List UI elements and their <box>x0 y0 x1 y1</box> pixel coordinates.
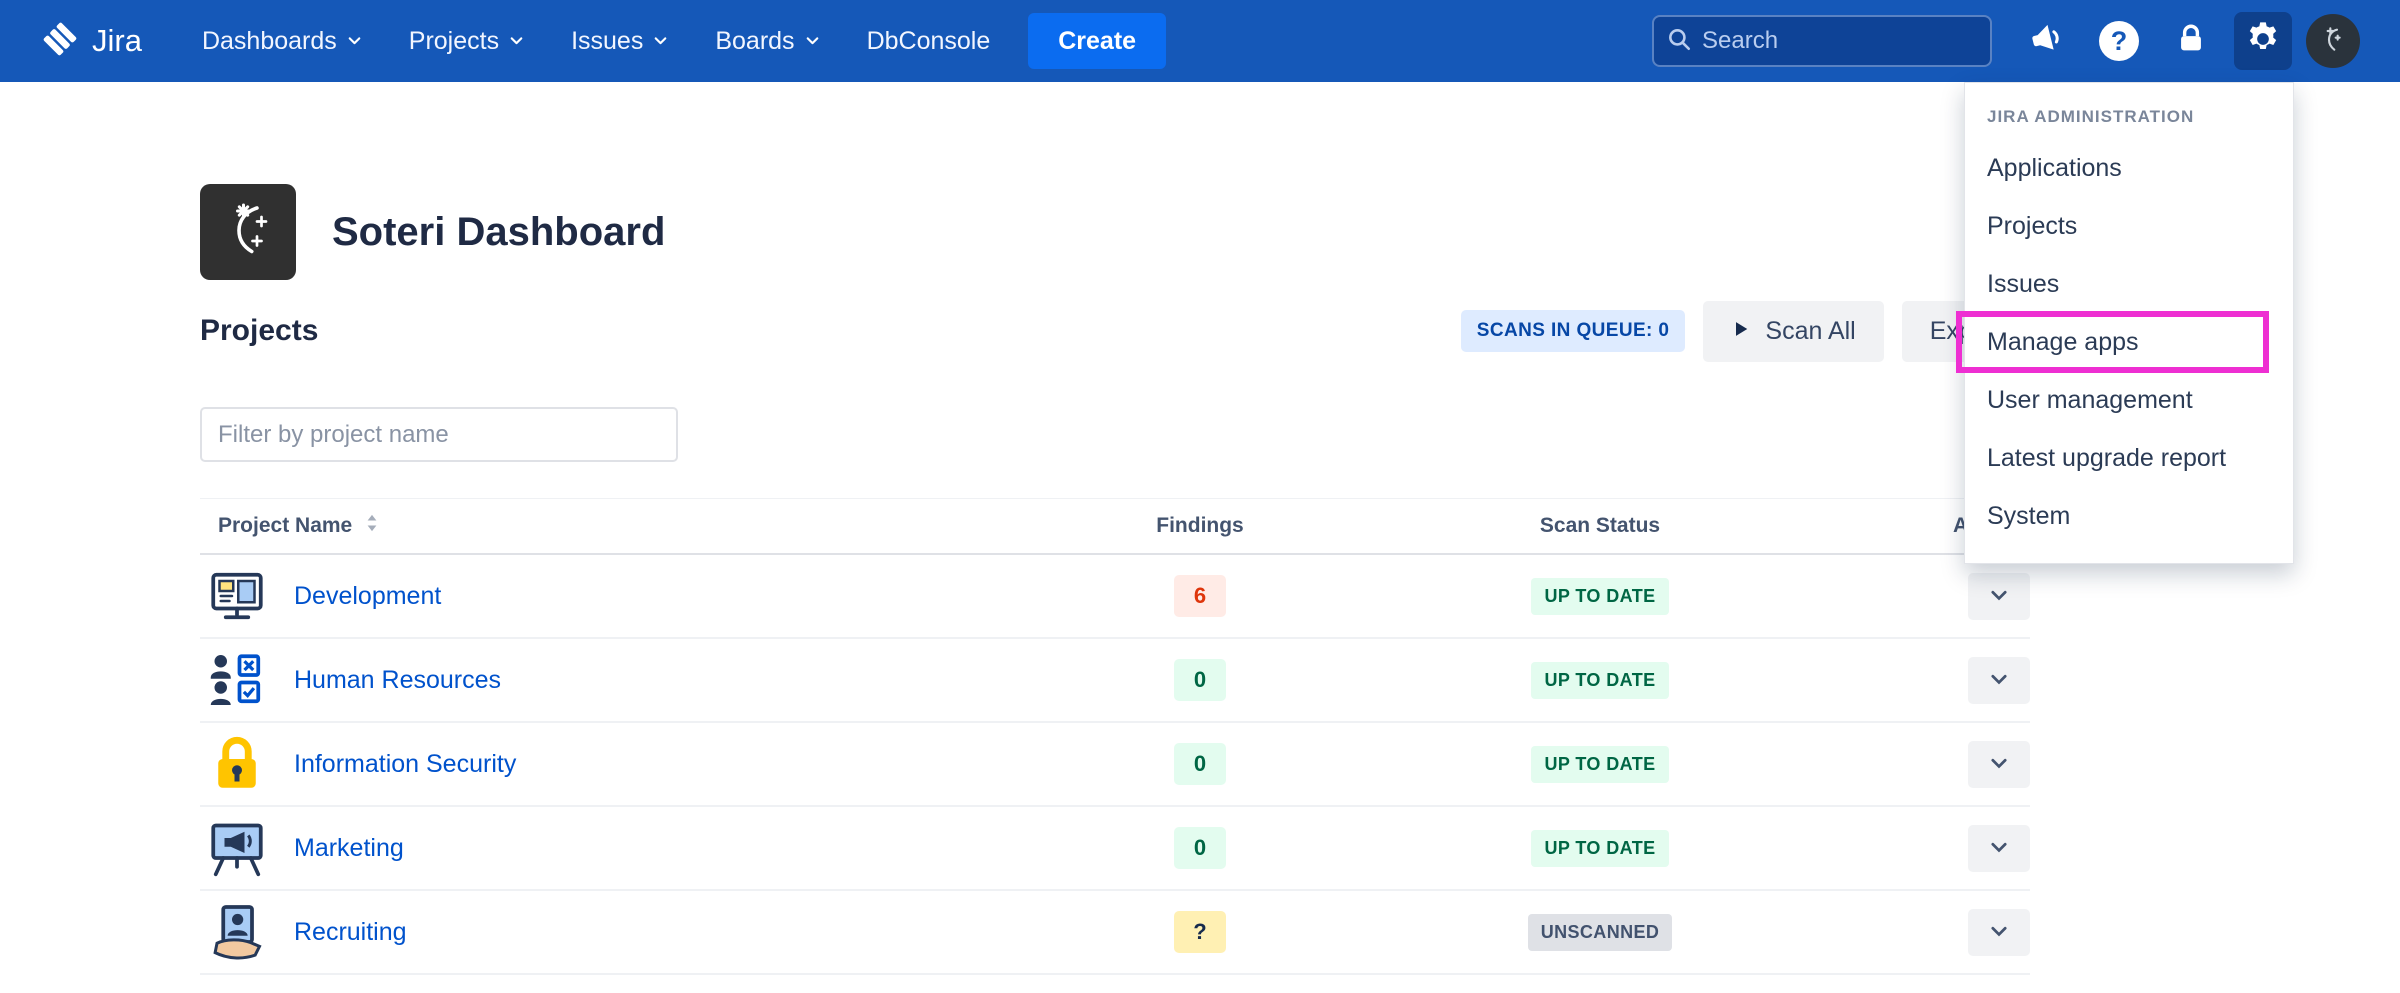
search-icon <box>1666 26 1692 57</box>
chevron-down-icon <box>1988 668 2010 693</box>
announcements-button[interactable] <box>2018 12 2076 70</box>
row-actions-dropdown-button[interactable] <box>1968 657 2030 704</box>
project-link-human-resources[interactable]: Human Resources <box>294 666 501 695</box>
user-avatar[interactable] <box>2306 14 2360 68</box>
lock-icon <box>2174 22 2208 61</box>
table-row-information-security: Information Security 0 UP TO DATE <box>200 723 2030 807</box>
projects-toolbar: Projects SCANS IN QUEUE: 0 Scan All Expo… <box>200 300 2030 362</box>
project-link-recruiting[interactable]: Recruiting <box>294 918 407 947</box>
search-input[interactable] <box>1702 27 1978 55</box>
table-row-recruiting: Recruiting ? UNSCANNED <box>200 891 2030 975</box>
column-header-scan-status: Scan Status <box>1400 514 1800 538</box>
nav-icon-group: ? <box>2018 12 2360 70</box>
marketing-megaphone-icon <box>206 818 268 878</box>
chevron-down-icon <box>1988 920 2010 945</box>
nav-projects-label: Projects <box>409 27 499 56</box>
admin-settings-button[interactable] <box>2234 12 2292 70</box>
findings-badge: 0 <box>1174 659 1226 701</box>
row-actions-dropdown-button[interactable] <box>1968 825 2030 872</box>
table-row-human-resources: Human Resources 0 UP TO DATE <box>200 639 2030 723</box>
admin-menu-item-system[interactable]: System <box>1965 487 2293 545</box>
chevron-down-icon <box>346 27 363 56</box>
manage-apps-label: Manage apps <box>1987 328 2139 356</box>
findings-badge: 6 <box>1174 575 1226 617</box>
nav-issues[interactable]: Issues <box>571 27 669 56</box>
nav-dashboards-label: Dashboards <box>202 27 337 56</box>
chevron-down-icon <box>508 27 525 56</box>
nav-dbconsole-label: DbConsole <box>867 27 991 56</box>
findings-badge: ? <box>1174 911 1226 953</box>
row-actions-dropdown-button[interactable] <box>1968 573 2030 620</box>
chevron-down-icon <box>1988 584 2010 609</box>
chevron-down-icon <box>1988 836 2010 861</box>
scan-all-button[interactable]: Scan All <box>1703 301 1883 362</box>
page-title-row: Soteri Dashboard <box>200 184 665 280</box>
chevron-down-icon <box>804 27 821 56</box>
nav-issues-label: Issues <box>571 27 643 56</box>
projects-table: Project Name Findings Scan Status Action… <box>200 498 2030 975</box>
human-resources-people-icon <box>206 650 268 710</box>
admin-menu-item-applications[interactable]: Applications <box>1965 139 2293 197</box>
chevron-down-icon <box>652 27 669 56</box>
column-header-findings: Findings <box>1000 514 1400 538</box>
table-header-row: Project Name Findings Scan Status Action… <box>200 499 2030 555</box>
scan-status-badge: UP TO DATE <box>1531 578 1668 615</box>
jira-administration-dropdown: JIRA ADMINISTRATION Applications Project… <box>1964 82 2294 564</box>
page-title: Soteri Dashboard <box>332 210 665 255</box>
admin-menu-item-issues[interactable]: Issues <box>1965 255 2293 313</box>
admin-menu-item-manage-apps[interactable]: Manage apps <box>1965 313 2293 371</box>
nav-boards-label: Boards <box>715 27 794 56</box>
nav-dashboards[interactable]: Dashboards <box>202 27 363 56</box>
development-monitor-icon <box>206 566 268 626</box>
scans-in-queue-badge: SCANS IN QUEUE: 0 <box>1461 310 1686 352</box>
admin-menu-item-latest-upgrade-report[interactable]: Latest upgrade report <box>1965 429 2293 487</box>
help-icon: ? <box>2099 21 2139 61</box>
nav-boards[interactable]: Boards <box>715 27 820 56</box>
jira-logo-icon <box>40 19 80 64</box>
toolbar-actions: SCANS IN QUEUE: 0 Scan All Export <box>1461 301 2030 362</box>
scan-status-badge: UP TO DATE <box>1531 830 1668 867</box>
soteri-logo <box>200 184 296 280</box>
project-link-information-security[interactable]: Information Security <box>294 750 516 779</box>
create-button[interactable]: Create <box>1028 13 1166 69</box>
findings-badge: 0 <box>1174 827 1226 869</box>
admin-menu-header: JIRA ADMINISTRATION <box>1965 95 2293 139</box>
project-name-header-label: Project Name <box>218 514 352 538</box>
jira-home-link[interactable]: Jira <box>40 19 142 64</box>
nav-dbconsole[interactable]: DbConsole <box>867 27 991 56</box>
row-actions-dropdown-button[interactable] <box>1968 741 2030 788</box>
megaphone-icon <box>2025 17 2070 65</box>
search-box[interactable] <box>1652 15 1992 67</box>
table-row-marketing: Marketing 0 UP TO DATE <box>200 807 2030 891</box>
sort-icon[interactable] <box>364 513 380 539</box>
gear-icon <box>2243 19 2283 64</box>
admin-menu-item-projects[interactable]: Projects <box>1965 197 2293 255</box>
permissions-button[interactable] <box>2162 12 2220 70</box>
top-navigation-bar: Jira Dashboards Projects Issues Boards D… <box>0 0 2400 82</box>
scan-all-label: Scan All <box>1765 317 1855 346</box>
column-header-project-name[interactable]: Project Name <box>200 513 1000 539</box>
security-lock-icon <box>206 734 268 794</box>
question-mark-glyph: ? <box>2111 28 2128 55</box>
recruiting-hand-icon <box>206 902 268 962</box>
scan-status-badge: UP TO DATE <box>1531 746 1668 783</box>
main-menu: Dashboards Projects Issues Boards DbCons… <box>202 27 990 56</box>
avatar-pattern-icon <box>2317 23 2349 60</box>
findings-badge: 0 <box>1174 743 1226 785</box>
chevron-down-icon <box>1988 752 2010 777</box>
help-button[interactable]: ? <box>2090 12 2148 70</box>
nav-projects[interactable]: Projects <box>409 27 525 56</box>
scan-status-badge: UP TO DATE <box>1531 662 1668 699</box>
project-link-marketing[interactable]: Marketing <box>294 834 404 863</box>
projects-section-heading: Projects <box>200 314 318 348</box>
row-actions-dropdown-button[interactable] <box>1968 909 2030 956</box>
admin-menu-item-user-management[interactable]: User management <box>1965 371 2293 429</box>
scan-status-badge: UNSCANNED <box>1528 914 1673 951</box>
brand-text: Jira <box>92 23 142 59</box>
table-row-development: Development 6 UP TO DATE <box>200 555 2030 639</box>
play-icon <box>1731 317 1751 346</box>
project-filter-input[interactable] <box>200 407 678 462</box>
project-link-development[interactable]: Development <box>294 582 441 611</box>
